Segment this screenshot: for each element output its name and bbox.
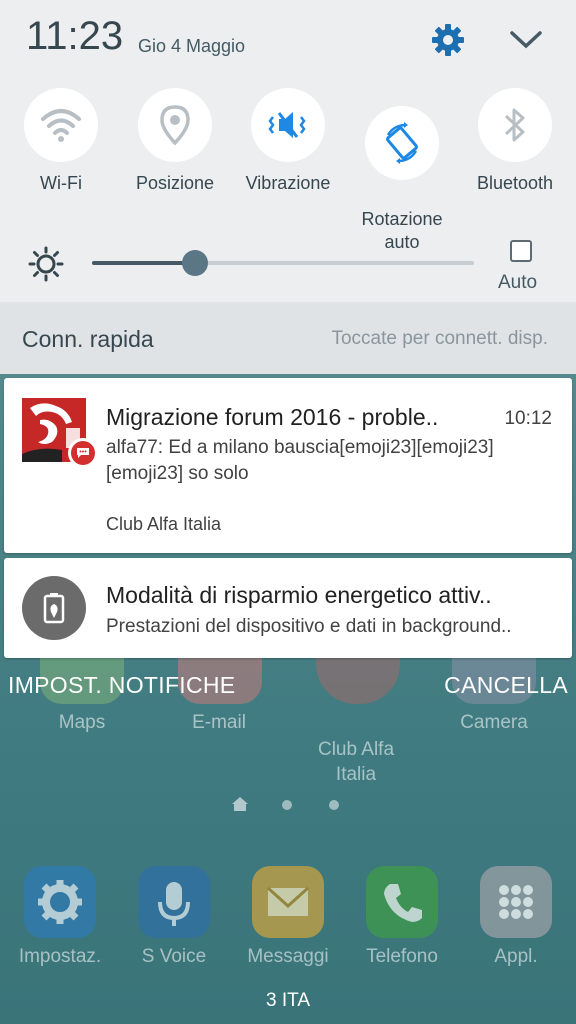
home-app-camera[interactable]: Camera <box>439 712 549 734</box>
qs-label: Wi-Fi <box>40 173 82 193</box>
qs-circle <box>478 88 552 162</box>
qs-label: Posizione <box>135 173 215 193</box>
envelope-icon <box>252 866 324 938</box>
qs-circle <box>251 88 325 162</box>
notification-text: alfa77: Ed a milano bauscia[emoji23][emo… <box>106 437 494 484</box>
brightness-slider[interactable] <box>92 250 474 276</box>
notification-title: Modalità di risparmio energetico attiv.. <box>106 582 492 608</box>
auto-brightness-checkbox[interactable] <box>510 240 532 262</box>
phone-icon <box>366 866 438 938</box>
dock-app-phone[interactable]: Telefono <box>347 866 457 968</box>
home-app-label: Maps <box>58 712 106 733</box>
clear-all-button[interactable]: CANCELLA <box>444 672 568 699</box>
rotate-icon <box>386 122 418 164</box>
page-dot <box>282 800 292 810</box>
vibrate-icon <box>268 112 306 138</box>
brightness-icon <box>28 246 64 282</box>
notification-settings-button[interactable]: IMPOST. NOTIFICHE <box>8 672 235 699</box>
app-drawer-icon <box>480 866 552 938</box>
notification-card[interactable]: Migrazione forum 2016 - proble.. 10:12 a… <box>4 378 572 553</box>
notification-card[interactable]: Modalità di risparmio energetico attiv..… <box>4 558 572 658</box>
settings-app-icon <box>24 866 96 938</box>
battery-saver-icon <box>22 576 86 640</box>
brightness-slider-thumb[interactable] <box>182 250 209 276</box>
chevron-down-icon[interactable] <box>508 24 544 54</box>
dock-app-svoice[interactable]: S Voice <box>119 866 229 968</box>
notification-text: Prestazioni del dispositivo e dati in ba… <box>106 616 512 637</box>
page-indicator <box>0 797 576 811</box>
qs-label: Vibrazione <box>245 173 331 193</box>
quick-connect-hint: Toccate per connett. disp. <box>331 328 548 349</box>
qs-label: Rotazione auto <box>361 209 443 252</box>
location-icon <box>160 105 190 145</box>
qs-wifi[interactable]: Wi-Fi <box>6 88 116 195</box>
dock-app-apps[interactable]: Appl. <box>461 866 571 968</box>
home-app-email[interactable]: E-mail <box>164 712 274 734</box>
microphone-icon <box>138 866 210 938</box>
notification-time: 10:12 <box>504 408 552 429</box>
dock-app-label: Appl. <box>494 946 538 967</box>
home-app-maps[interactable]: Maps <box>27 712 137 734</box>
home-app-label: E-mail <box>192 712 246 733</box>
notification-shade: 11:23 Gio 4 Maggio Wi-Fi Posizione Vibra… <box>0 0 576 302</box>
home-app-label: Club Alfa Italia <box>317 739 395 785</box>
chat-badge-icon <box>68 438 98 468</box>
dock-app-settings[interactable]: Impostaz. <box>5 866 115 968</box>
home-app-label: Camera <box>460 712 528 733</box>
page-dot <box>329 800 339 810</box>
qs-rotate[interactable]: Rotazione auto <box>347 88 457 272</box>
dock-app-label: Telefono <box>366 946 438 967</box>
qs-circle <box>365 106 439 180</box>
qs-location[interactable]: Posizione <box>120 88 230 195</box>
date: Gio 4 Maggio <box>138 36 246 56</box>
quick-connect-title: Conn. rapida <box>22 326 154 352</box>
qs-label: Bluetooth <box>476 173 554 193</box>
bluetooth-icon <box>504 108 525 142</box>
notification-app-name: Club Alfa Italia <box>106 514 222 534</box>
qs-circle <box>138 88 212 162</box>
dock-app-label: Messaggi <box>247 946 329 967</box>
home-page-icon <box>232 797 248 811</box>
brightness-slider-fill <box>92 261 196 265</box>
auto-brightness-label: Auto <box>498 272 538 293</box>
settings-gear-icon[interactable] <box>428 20 468 60</box>
carrier-label: 3 ITA <box>266 990 310 1011</box>
qs-circle <box>24 88 98 162</box>
quick-connect-bar[interactable]: Conn. rapida Toccate per connett. disp. <box>0 302 576 374</box>
wifi-icon <box>41 109 81 142</box>
qs-vibrate[interactable]: Vibrazione <box>233 88 343 195</box>
notification-actions: IMPOST. NOTIFICHE CANCELLA <box>0 672 576 702</box>
dock-app-label: Impostaz. <box>18 946 102 967</box>
qs-bluetooth[interactable]: Bluetooth <box>460 88 570 195</box>
dock-app-label: S Voice <box>141 946 207 967</box>
clock: 11:23 <box>26 14 124 58</box>
notification-title: Migrazione forum 2016 - proble.. <box>106 404 439 430</box>
dock-app-messages[interactable]: Messaggi <box>233 866 343 968</box>
